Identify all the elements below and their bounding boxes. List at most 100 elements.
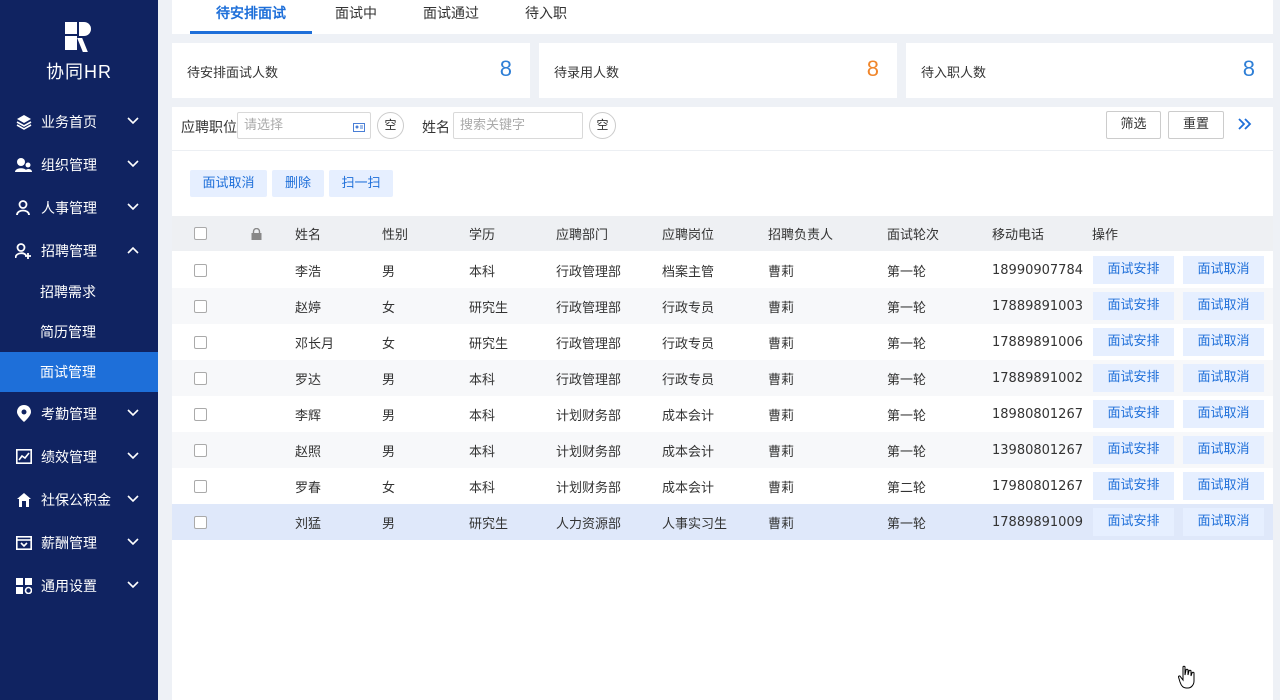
- row-checkbox[interactable]: [194, 468, 207, 504]
- reset-button[interactable]: 重置: [1168, 111, 1224, 139]
- arrange-interview-button[interactable]: 面试安排: [1093, 400, 1174, 428]
- sidebar-item-label: 业务首页: [41, 114, 97, 131]
- tab-pending-arrangement[interactable]: 待安排面试: [190, 0, 312, 34]
- sidebar-item-attendance[interactable]: 考勤管理: [0, 392, 158, 435]
- sidebar-item-organization[interactable]: 组织管理: [0, 143, 158, 186]
- table-cell: 第一轮: [887, 372, 927, 388]
- table-cell: 研究生: [469, 300, 509, 316]
- cancel-interview-row-button[interactable]: 面试取消: [1183, 364, 1264, 392]
- table-row[interactable]: 李浩 男 本科 行政管理部 档案主管 曹莉 第一轮 18990907784 面试安排 面试取消: [172, 252, 1273, 288]
- arrange-interview-button[interactable]: 面试安排: [1093, 292, 1174, 320]
- cancel-interview-button[interactable]: 面试取消: [190, 170, 267, 197]
- sidebar-menu: 业务首页 组织管理 人事管理 招聘管理 招聘需求 简历管理 面试管理 考勤管理 …: [0, 100, 158, 607]
- position-clear-button[interactable]: 空: [377, 112, 404, 139]
- row-checkbox[interactable]: [194, 432, 207, 468]
- logo-text: 协同HR: [46, 62, 112, 82]
- table-cell: 计划财务部: [556, 444, 622, 460]
- row-checkbox[interactable]: [194, 396, 207, 432]
- table-cell: 第二轮: [887, 480, 927, 496]
- tab-interview-passed[interactable]: 面试通过: [416, 0, 486, 34]
- table-row[interactable]: 李辉 男 本科 计划财务部 成本会计 曹莉 第一轮 18980801267 面试安排 面试取消: [172, 396, 1273, 432]
- table-row[interactable]: 罗春 女 本科 计划财务部 成本会计 曹莉 第二轮 17980801267 面试安排 面试取消: [172, 468, 1273, 504]
- chevron-up-icon: [127, 246, 139, 254]
- scan-button[interactable]: 扫一扫: [329, 170, 393, 197]
- table-cell: 18980801267: [992, 406, 1083, 422]
- table-header: 姓名 性别 学历 应聘部门 应聘岗位 招聘负责人 面试轮次 移动电话 操作: [172, 216, 1273, 251]
- chevron-down-icon: [127, 495, 139, 503]
- position-filter-label: 应聘职位: [181, 120, 237, 136]
- table-row[interactable]: 赵婷 女 研究生 行政管理部 行政专员 曹莉 第一轮 17889891003 面试安排 面试取消: [172, 288, 1273, 324]
- double-chevron-right-icon[interactable]: [1236, 116, 1252, 136]
- cancel-interview-row-button[interactable]: 面试取消: [1183, 292, 1264, 320]
- arrange-interview-button[interactable]: 面试安排: [1093, 328, 1174, 356]
- stat-label: 待入职人数: [921, 66, 987, 81]
- table-row[interactable]: 赵照 男 本科 计划财务部 成本会计 曹莉 第一轮 13980801267 面试安排 面试取消: [172, 432, 1273, 468]
- sidebar-item-payroll[interactable]: 薪酬管理: [0, 521, 158, 564]
- table-cell: 男: [382, 408, 396, 424]
- delete-button[interactable]: 删除: [272, 170, 324, 197]
- table-cell: 赵照: [295, 444, 322, 460]
- table-row[interactable]: 刘猛 男 研究生 人力资源部 人事实习生 曹莉 第一轮 17889891009 面试安排 面试取消: [172, 504, 1273, 540]
- lock-icon: [251, 216, 262, 251]
- position-select[interactable]: [237, 112, 371, 139]
- cancel-interview-row-button[interactable]: 面试取消: [1183, 436, 1264, 464]
- row-checkbox[interactable]: [194, 360, 207, 396]
- table-row[interactable]: 邓长月 女 研究生 行政管理部 行政专员 曹莉 第一轮 17889891006 面试安排 面试取消: [172, 324, 1273, 360]
- row-checkbox[interactable]: [194, 252, 207, 288]
- person-icon: [15, 199, 32, 216]
- stat-value: 8: [1242, 56, 1255, 81]
- stat-card-pending-hire: 待录用人数 8: [539, 43, 897, 98]
- cancel-interview-row-button[interactable]: 面试取消: [1183, 508, 1264, 536]
- tab-pending-onboarding[interactable]: 待入职: [518, 0, 574, 34]
- column-header: 招聘负责人: [768, 228, 834, 243]
- table-row[interactable]: 罗达 男 本科 行政管理部 行政专员 曹莉 第一轮 17889891002 面试安排 面试取消: [172, 360, 1273, 396]
- table-cell: 男: [382, 372, 396, 388]
- logo-mark-icon: [65, 22, 93, 52]
- sidebar-item-performance[interactable]: 绩效管理: [0, 435, 158, 478]
- row-checkbox[interactable]: [194, 324, 207, 360]
- sidebar-subitem-requirements[interactable]: 招聘需求: [0, 272, 158, 312]
- status-tabs: 待安排面试 面试中 面试通过 待入职: [172, 0, 1273, 34]
- filter-button[interactable]: 筛选: [1106, 111, 1161, 139]
- sidebar-item-personnel[interactable]: 人事管理: [0, 186, 158, 229]
- table-cell: 17889891002: [992, 370, 1083, 386]
- cancel-interview-row-button[interactable]: 面试取消: [1183, 328, 1264, 356]
- sidebar-item-settings[interactable]: 通用设置: [0, 564, 158, 607]
- column-header: 应聘部门: [556, 228, 609, 243]
- table-cell: 女: [382, 480, 396, 496]
- row-checkbox[interactable]: [194, 504, 207, 540]
- table-cell: 曹莉: [768, 480, 795, 496]
- name-clear-button[interactable]: 空: [589, 112, 616, 139]
- tab-in-interview[interactable]: 面试中: [326, 0, 386, 34]
- table-cell: 成本会计: [662, 408, 715, 424]
- column-header: 学历: [469, 228, 496, 243]
- sidebar-subitem-resumes[interactable]: 简历管理: [0, 312, 158, 352]
- select-all-checkbox[interactable]: [194, 216, 207, 251]
- table-cell: 本科: [469, 480, 496, 496]
- cancel-interview-row-button[interactable]: 面试取消: [1183, 256, 1264, 284]
- arrange-interview-button[interactable]: 面试安排: [1093, 472, 1174, 500]
- table-cell: 行政管理部: [556, 372, 622, 388]
- cancel-interview-row-button[interactable]: 面试取消: [1183, 472, 1264, 500]
- arrange-interview-button[interactable]: 面试安排: [1093, 256, 1174, 284]
- chevron-down-icon: [127, 581, 139, 589]
- name-search-input[interactable]: [453, 112, 583, 139]
- arrange-interview-button[interactable]: 面试安排: [1093, 508, 1174, 536]
- row-checkbox[interactable]: [194, 288, 207, 324]
- table-cell: 人力资源部: [556, 516, 622, 532]
- table-cell: 成本会计: [662, 444, 715, 460]
- sidebar-item-label: 招聘管理: [41, 243, 97, 260]
- sidebar-item-social-security[interactable]: 社保公积金: [0, 478, 158, 521]
- sidebar-subitem-interviews[interactable]: 面试管理: [0, 352, 158, 392]
- sidebar-item-home[interactable]: 业务首页: [0, 100, 158, 143]
- table-cell: 17889891003: [992, 298, 1083, 314]
- logo: 协同HR: [0, 22, 158, 84]
- table-cell: 曹莉: [768, 408, 795, 424]
- arrange-interview-button[interactable]: 面试安排: [1093, 364, 1174, 392]
- table-cell: 计划财务部: [556, 480, 622, 496]
- column-header: 应聘岗位: [662, 228, 715, 243]
- sidebar-item-recruitment[interactable]: 招聘管理: [0, 229, 158, 272]
- arrange-interview-button[interactable]: 面试安排: [1093, 436, 1174, 464]
- cancel-interview-row-button[interactable]: 面试取消: [1183, 400, 1264, 428]
- id-card-icon: [353, 121, 365, 136]
